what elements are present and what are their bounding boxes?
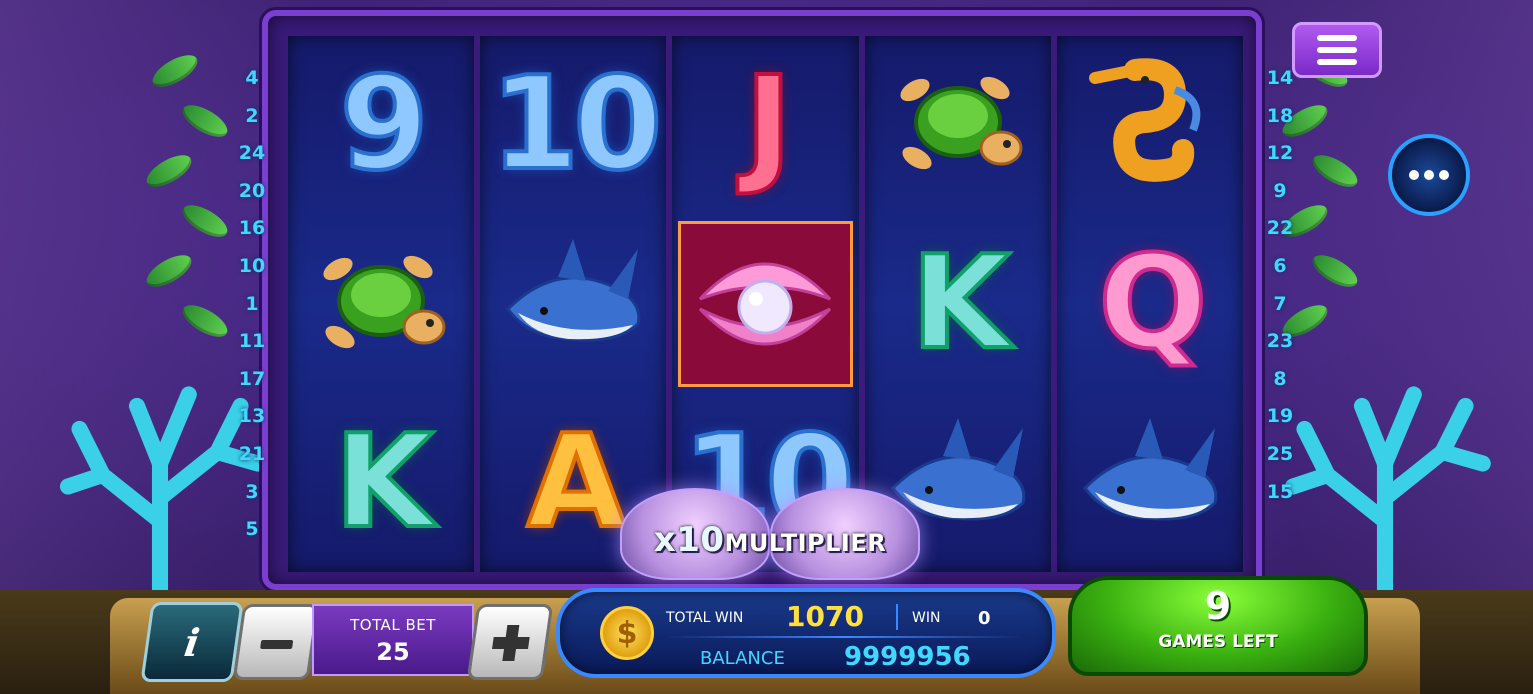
payline-number: 25 — [1266, 442, 1294, 465]
seaweed-left-decoration — [141, 0, 233, 420]
ellipsis-icon — [1409, 170, 1419, 180]
payline-number: 14 — [1266, 67, 1294, 89]
pearl-shell-icon — [678, 220, 853, 388]
win-panel: $ TOTAL WIN 1070 WIN 0 BALANCE 9999956 — [556, 588, 1056, 678]
payline-number: 1 — [245, 292, 259, 315]
payline-number: 13 — [238, 405, 266, 428]
payline-number: 3 — [245, 480, 259, 503]
payline-number: 8 — [1273, 367, 1287, 390]
payline-number: 18 — [1266, 104, 1294, 127]
reel-symbol-letter: J — [743, 50, 795, 200]
payline-number: 6 — [1273, 254, 1287, 277]
payline-number: 23 — [1266, 330, 1294, 353]
total-bet-display: TOTAL BET 25 — [312, 604, 474, 676]
games-left-label: GAMES LEFT — [1158, 632, 1278, 652]
reel-symbol-letter: K — [332, 407, 435, 557]
plus-icon — [492, 625, 530, 661]
reel-symbol: K — [288, 393, 474, 572]
payline-numbers-right: 14 18 12 9 22 6 7 23 8 19 25 15 — [1260, 60, 1300, 511]
reel-symbol: K — [865, 215, 1051, 394]
win-label: WIN — [912, 610, 941, 626]
reel-symbol: 9 — [288, 36, 474, 215]
reel-symbol-letter: Q — [1096, 228, 1209, 378]
coral-right-decoration — [1270, 360, 1500, 599]
payline-number: 20 — [238, 179, 266, 202]
payline-number: 11 — [238, 330, 266, 353]
reel-symbol: 10 — [480, 36, 666, 215]
info-icon: i — [181, 619, 203, 665]
balance-value: 9999956 — [844, 642, 971, 672]
reel-5: Q — [1056, 36, 1243, 572]
reel-symbol-letter: 10 — [488, 50, 664, 200]
info-button[interactable]: i — [140, 602, 244, 682]
payline-number: 7 — [1273, 292, 1287, 315]
multiplier-label: MULTIPLIER — [724, 529, 887, 557]
payline-number: 15 — [1266, 480, 1294, 503]
total-win-value: 1070 — [786, 600, 864, 633]
payline-number: 5 — [245, 518, 259, 541]
increase-bet-button[interactable] — [466, 604, 554, 680]
turtle-icon — [865, 36, 1051, 215]
payline-number: 12 — [1266, 142, 1294, 165]
balance-label: BALANCE — [700, 648, 785, 669]
turtle-icon — [288, 215, 474, 394]
more-options-button[interactable] — [1388, 134, 1470, 216]
reel-symbol-letter: 9 — [338, 50, 431, 200]
total-win-label: TOTAL WIN — [666, 610, 744, 626]
payline-number: 21 — [238, 442, 266, 465]
coin-icon: $ — [600, 606, 654, 660]
payline-number: 16 — [238, 217, 266, 240]
decrease-bet-button[interactable] — [232, 604, 320, 680]
seahorse-icon — [1057, 36, 1243, 215]
menu-button[interactable] — [1292, 22, 1382, 78]
hamburger-icon — [1317, 35, 1357, 41]
payline-number: 2 — [245, 104, 259, 127]
free-games-counter: 9 GAMES LEFT — [1068, 576, 1368, 676]
total-bet-value: 25 — [376, 638, 410, 666]
payline-number: 24 — [238, 142, 266, 165]
payline-number: 19 — [1266, 405, 1294, 428]
total-bet-label: TOTAL BET — [350, 616, 436, 634]
shark-icon — [1057, 393, 1243, 572]
payline-number: 22 — [1266, 217, 1294, 240]
games-left-count: 9 — [1204, 584, 1232, 628]
reel-1: 9K — [288, 36, 475, 572]
shark-icon — [480, 215, 666, 394]
reel-symbol-letter: K — [909, 228, 1012, 378]
payline-number: 9 — [1273, 179, 1287, 202]
reel-symbol: J — [672, 36, 858, 215]
multiplier-banner: x10MULTIPLIER — [600, 488, 940, 588]
payline-numbers-left: 4 2 24 20 16 10 1 11 17 13 21 3 5 — [232, 60, 272, 549]
multiplier-value: x10 — [653, 520, 725, 560]
payline-number: 17 — [238, 367, 266, 390]
payline-number: 4 — [245, 67, 259, 89]
reel-symbol: Q — [1057, 215, 1243, 394]
payline-number: 10 — [238, 254, 266, 277]
win-value: 0 — [978, 608, 991, 629]
